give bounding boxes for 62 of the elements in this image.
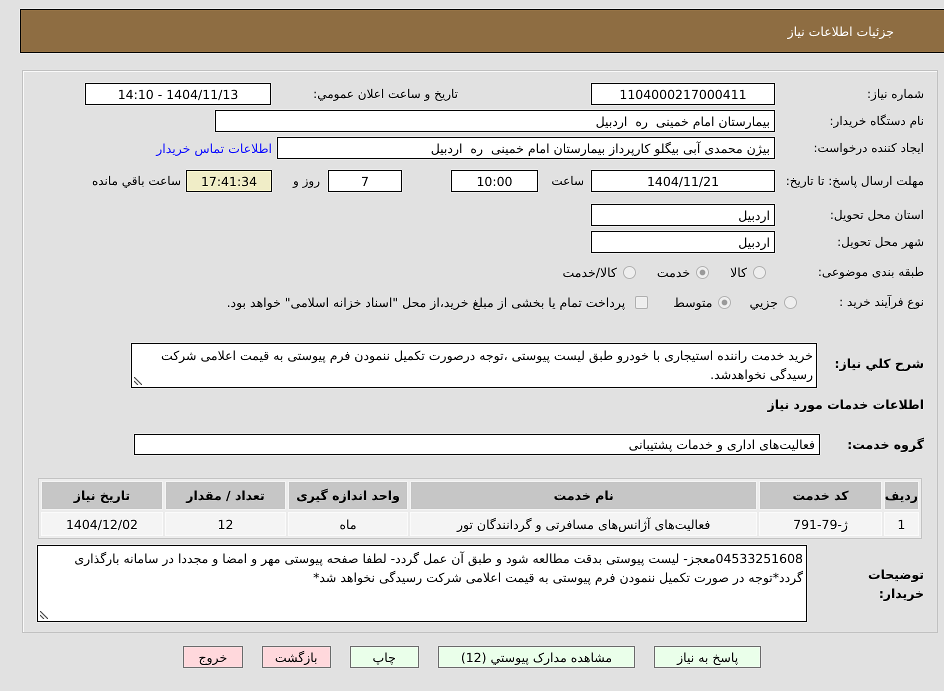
option-label: کالا — [730, 264, 747, 280]
radio-button[interactable] — [696, 266, 710, 278]
reply-button[interactable]: پاسخ به نیاز — [654, 646, 762, 668]
column-header: تعداد / مقدار — [164, 481, 286, 510]
checkbox[interactable] — [635, 296, 648, 308]
column-header: نام خدمت — [410, 481, 758, 510]
field-label: ساعت — [550, 174, 584, 188]
deadline-date-field[interactable]: 1404/11/21 — [591, 170, 775, 192]
field-label: روز و — [292, 174, 320, 188]
resize-grip-icon[interactable] — [134, 377, 142, 385]
section-heading: اطلاعات خدمات مورد نیاز — [766, 396, 924, 414]
attachments-button[interactable]: مشاهده مدارک پیوستي (12) — [438, 646, 636, 668]
service-group-field[interactable]: فعالیت‌های اداری و خدمات پشتیبانی — [134, 434, 820, 455]
field-label: گروه خدمت: — [846, 436, 924, 453]
field-label: طبقه بندی موضوعی: — [816, 264, 924, 280]
announce-date-field[interactable]: 1404/11/13 - 14:10 — [85, 83, 271, 105]
field-label: تاریخ و ساعت اعلان عمومي: — [312, 87, 458, 101]
column-header: واحد اندازه گیری — [288, 481, 408, 510]
option-label: جزيي — [749, 294, 778, 310]
buyer-organization-field[interactable]: بیمارستان امام خمینی ره اردبیل — [215, 110, 775, 132]
city-field[interactable]: اردبیل — [591, 231, 775, 253]
deadline-time-field[interactable]: 10:00 — [451, 170, 538, 192]
radio-button[interactable] — [784, 296, 797, 308]
province-field[interactable]: اردبیل — [591, 204, 775, 226]
field-label: شماره نیاز: — [866, 86, 924, 102]
field-label: نام دستگاه خریدار: — [828, 112, 924, 130]
table-cell: فعالیت‌های آژانس‌های مسافرتی و گردانندگان تور — [410, 512, 758, 536]
buyer-contact-link[interactable]: اطلاعات تماس خریدار — [156, 140, 272, 156]
column-header: تاریخ نیاز — [41, 481, 163, 510]
checkbox-label: پرداخت تمام یا بخشی از مبلغ خرید،از محل "اسناد خزانه اسلامی" خواهد بود. — [226, 294, 626, 310]
field-label: ساعت باقي مانده — [92, 174, 181, 188]
field-label: ایجاد کننده درخواست: — [812, 140, 924, 156]
table-cell: ماه — [288, 512, 408, 536]
back-button[interactable]: بازگشت — [262, 646, 331, 668]
option-label: کالا/خدمت — [562, 264, 617, 280]
table-cell: 1404/12/02 — [41, 512, 163, 536]
field-label: مهلت ارسال پاسخ: تا تاریخ: — [784, 172, 924, 190]
field-label: شرح کلي نیاز: — [834, 355, 924, 372]
need-number-field[interactable]: 1104000217000411 — [591, 83, 775, 105]
field-label: توضیحات خریدار: — [867, 566, 924, 602]
column-header: کد خدمت — [759, 481, 882, 510]
exit-button[interactable]: خروج — [182, 646, 243, 668]
field-label: استان محل تحویل: — [828, 206, 924, 224]
resize-grip-icon[interactable] — [40, 611, 48, 619]
option-label: متوسط — [673, 294, 712, 310]
time-left-field[interactable]: 17:41:34 — [186, 170, 272, 192]
table-cell: 12 — [164, 512, 286, 536]
print-button[interactable]: چاپ — [350, 646, 419, 668]
field-label: نوع فرآیند خرید : — [838, 294, 924, 310]
buyer-notes-field[interactable]: 04533251608معجز- لیست پیوستی بدقت مطالعه شود و طبق آن عمل گردد- لطفا صفحه پیوستی مهر و امضا و مجددا در سامانه بارگذاری گردد*توجه در صورت تکمیل ننمودن فرم پیوستی به قیمت اعلامی شرکت رسیدگی نخواهد شد* — [37, 545, 807, 622]
field-label: شهر محل تحویل: — [836, 234, 924, 250]
option-label: خدمت — [656, 264, 690, 280]
column-header: ردیف — [884, 481, 919, 510]
days-left-field[interactable]: 7 — [328, 170, 402, 192]
table-cell: ژ-79-791 — [759, 512, 882, 536]
radio-button[interactable] — [753, 266, 766, 278]
table-cell: 1 — [884, 512, 919, 536]
radio-button[interactable] — [718, 296, 732, 308]
page-title: جزئیات اطلاعات نیاز — [788, 24, 894, 38]
radio-button[interactable] — [622, 266, 636, 278]
description-field[interactable]: خرید خدمت راننده استیجاری با خودرو طبق لیست پیوستی ،توجه درصورت تکمیل ننمودن فرم پیوستی به قیمت اعلامی شرکت رسیدگی نخواهدشد. — [131, 343, 817, 388]
requester-field[interactable]: بیژن محمدی آبی بیگلو کارپرداز بیمارستان امام خمینی ره اردبیل — [277, 137, 775, 159]
